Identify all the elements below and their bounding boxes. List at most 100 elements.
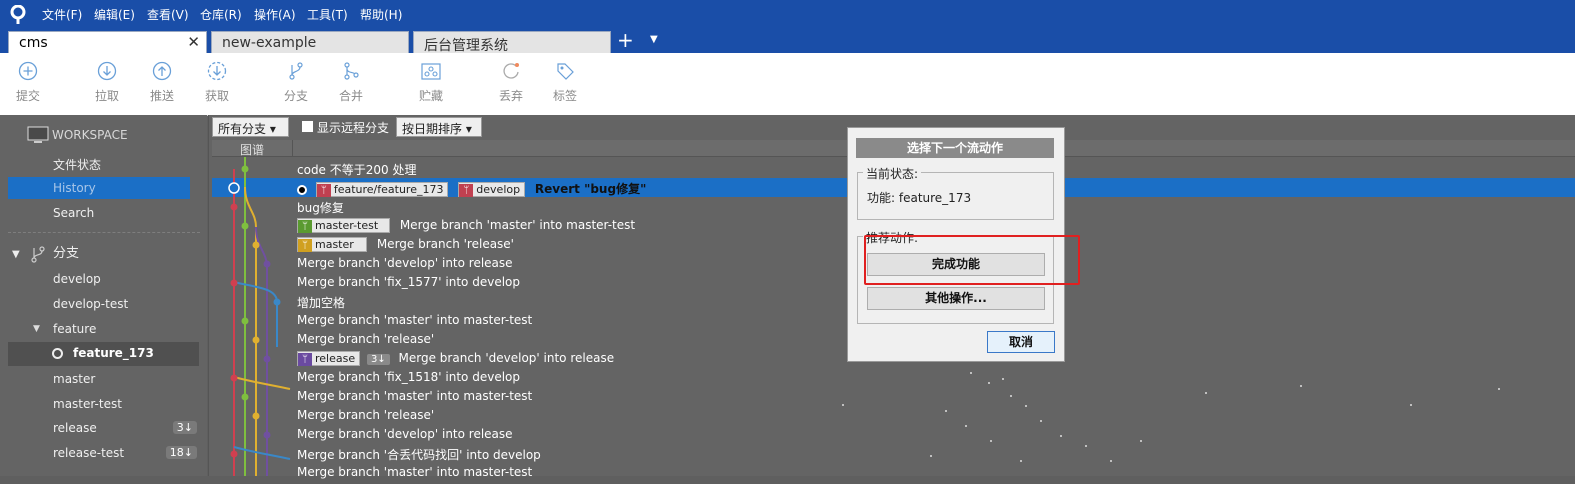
branch-ref-label: ᛘ develop: [458, 182, 526, 197]
sidebar-branch-develop-test[interactable]: develop-test: [53, 297, 128, 311]
commit-row[interactable]: Merge branch 'release': [297, 332, 434, 351]
tab-admin-system[interactable]: 后台管理系统: [413, 31, 611, 54]
current-branch-icon: [52, 348, 63, 359]
menu-repository[interactable]: 仓库(R): [200, 6, 242, 23]
sidebar-branch-feature-173[interactable]: feature_173: [73, 346, 154, 360]
current-state-value: 功能: feature_173: [867, 191, 972, 205]
commit-message: Merge branch 'release': [376, 237, 514, 251]
sidebar-branch-master[interactable]: master: [53, 372, 95, 386]
repo-tab-bar: cms ✕ new-example 后台管理系统 + ▼: [0, 29, 1575, 54]
menu-edit[interactable]: 编辑(E): [94, 6, 135, 23]
branch-button[interactable]: 分支: [271, 61, 321, 104]
menu-actions[interactable]: 操作(A): [254, 6, 296, 23]
commit-row[interactable]: ᛘ master-test Merge branch 'master' into …: [297, 218, 635, 237]
sidebar-branch-master-test[interactable]: master-test: [53, 397, 122, 411]
push-button[interactable]: 推送: [137, 61, 187, 104]
commit-row[interactable]: ᛘ master Merge branch 'release': [297, 237, 514, 256]
sidebar-section-branches[interactable]: ▼ 分支: [12, 242, 79, 263]
commit-message: code 不等于200 处理: [297, 163, 417, 177]
commit-message: Merge branch 'release': [297, 408, 435, 422]
menu-help[interactable]: 帮助(H): [360, 6, 402, 23]
commit-row[interactable]: Merge branch 'master' into master-test: [297, 465, 532, 484]
show-remote-checkbox[interactable]: [301, 120, 314, 133]
commit-message: Merge branch 'master' into master-test: [297, 389, 533, 403]
commit-row[interactable]: Merge branch 'develop' into release: [297, 256, 513, 275]
close-icon[interactable]: ✕: [187, 33, 200, 51]
merge-button[interactable]: 合并: [326, 61, 376, 104]
branch-label: 分支: [283, 89, 308, 103]
current-state-label: 当前状态:: [863, 165, 922, 182]
commit-row[interactable]: Merge branch 'develop' into release: [297, 427, 513, 446]
commit-row[interactable]: bug修复: [297, 199, 344, 218]
add-tab-button[interactable]: +: [617, 30, 634, 50]
commit-row[interactable]: Merge branch '合丢代码找回' into develop: [297, 446, 541, 465]
tag-icon: [557, 63, 574, 80]
menu-tools[interactable]: 工具(T): [307, 6, 348, 23]
sidebar-branch-release[interactable]: release: [53, 421, 97, 435]
other-actions-button[interactable]: 其他操作...: [867, 287, 1045, 310]
branch-tag-icon: ᛘ: [298, 239, 312, 252]
branch-tag-icon: ᛘ: [298, 220, 312, 233]
chevron-down-icon: ▼: [12, 249, 20, 260]
stash-icon: [421, 63, 441, 80]
tab-label: 后台管理系统: [424, 38, 508, 54]
sidebar-item-file-status[interactable]: 文件状态: [53, 156, 101, 173]
commit-message: 增加空格: [297, 296, 346, 310]
tab-cms[interactable]: cms ✕: [8, 31, 207, 53]
commit-row[interactable]: 增加空格: [297, 294, 345, 313]
tab-new-example[interactable]: new-example: [211, 31, 409, 53]
commit-row[interactable]: code 不等于200 处理: [297, 161, 416, 180]
merge-label: 合并: [338, 89, 363, 103]
branch-tag-icon: ᛘ: [459, 184, 474, 197]
menu-view[interactable]: 查看(V): [147, 6, 189, 23]
sidebar-branch-release-test[interactable]: release-test: [53, 446, 124, 460]
pull-button[interactable]: 拉取: [82, 61, 132, 104]
sort-order-select[interactable]: 按日期排序 ▾: [396, 117, 482, 137]
chevron-down-icon[interactable]: ▼: [650, 34, 658, 45]
dialog-title: 选择下一个流动作: [856, 138, 1054, 158]
workspace-title: WORKSPACE: [52, 128, 128, 142]
branch-ref-label: ᛘ feature/feature_173: [315, 182, 449, 197]
discard-button[interactable]: 丢弃: [486, 61, 536, 104]
commit-graph: [228, 157, 291, 476]
cancel-button[interactable]: 取消: [987, 331, 1055, 353]
branch-filter-select[interactable]: 所有分支 ▾: [212, 117, 289, 137]
commit-message: Merge branch 'master' into master-test: [399, 218, 636, 232]
tag-button[interactable]: 标签: [540, 61, 590, 104]
stash-button[interactable]: 贮藏: [406, 61, 456, 104]
pull-label: 拉取: [94, 89, 119, 103]
commit-message: Merge branch '合丢代码找回' into develop: [297, 448, 541, 462]
menu-file[interactable]: 文件(F): [42, 6, 82, 23]
commit-row[interactable]: Merge branch 'fix_1577' into develop: [297, 275, 520, 294]
commit-row[interactable]: Merge branch 'fix_1518' into develop: [297, 370, 520, 389]
sidebar-divider: [8, 232, 200, 233]
graph-header-label: 图谱: [240, 143, 265, 157]
sidebar-item-search[interactable]: Search: [53, 206, 94, 220]
sidebar-selection: [8, 177, 190, 199]
commit-row[interactable]: Merge branch 'release': [297, 408, 434, 427]
commit-row[interactable]: Merge branch 'master' into master-test: [297, 389, 532, 408]
current-state-group: 当前状态: 功能: feature_173: [857, 165, 1054, 220]
branches-title: 分支: [52, 246, 79, 261]
commit-message: Revert "bug修复": [534, 182, 647, 196]
current-head-icon: [297, 184, 307, 195]
behind-badge: 3↓: [172, 421, 197, 434]
branch-tag-icon: ᛘ: [316, 184, 331, 197]
chevron-down-icon[interactable]: ▼: [33, 324, 40, 334]
commit-message: bug修复: [297, 201, 344, 215]
commit-row[interactable]: Merge branch 'master' into master-test: [297, 313, 532, 332]
sidebar: WORKSPACE 文件状态 History Search ▼ 分支 devel…: [0, 115, 207, 476]
fetch-button[interactable]: 获取: [192, 61, 242, 104]
fetch-label: 获取: [204, 89, 229, 103]
commit-message: Merge branch 'develop' into release: [297, 427, 513, 441]
show-remote-label: 显示远程分支: [317, 121, 390, 135]
sidebar-branch-develop[interactable]: develop: [53, 272, 101, 286]
commit-button[interactable]: 提交: [3, 61, 53, 104]
commit-message: Merge branch 'develop' into release: [398, 351, 615, 365]
commit-row[interactable]: ᛘ feature/feature_173 ᛘ develop Revert "bu…: [297, 180, 646, 199]
fetch-icon: [207, 61, 227, 81]
sidebar-item-history[interactable]: History: [53, 181, 96, 195]
commit-label: 提交: [15, 89, 40, 103]
sidebar-folder-feature[interactable]: feature: [53, 322, 96, 336]
commit-row[interactable]: ᛘ release 3↓ Merge branch 'develop' into …: [297, 351, 614, 370]
